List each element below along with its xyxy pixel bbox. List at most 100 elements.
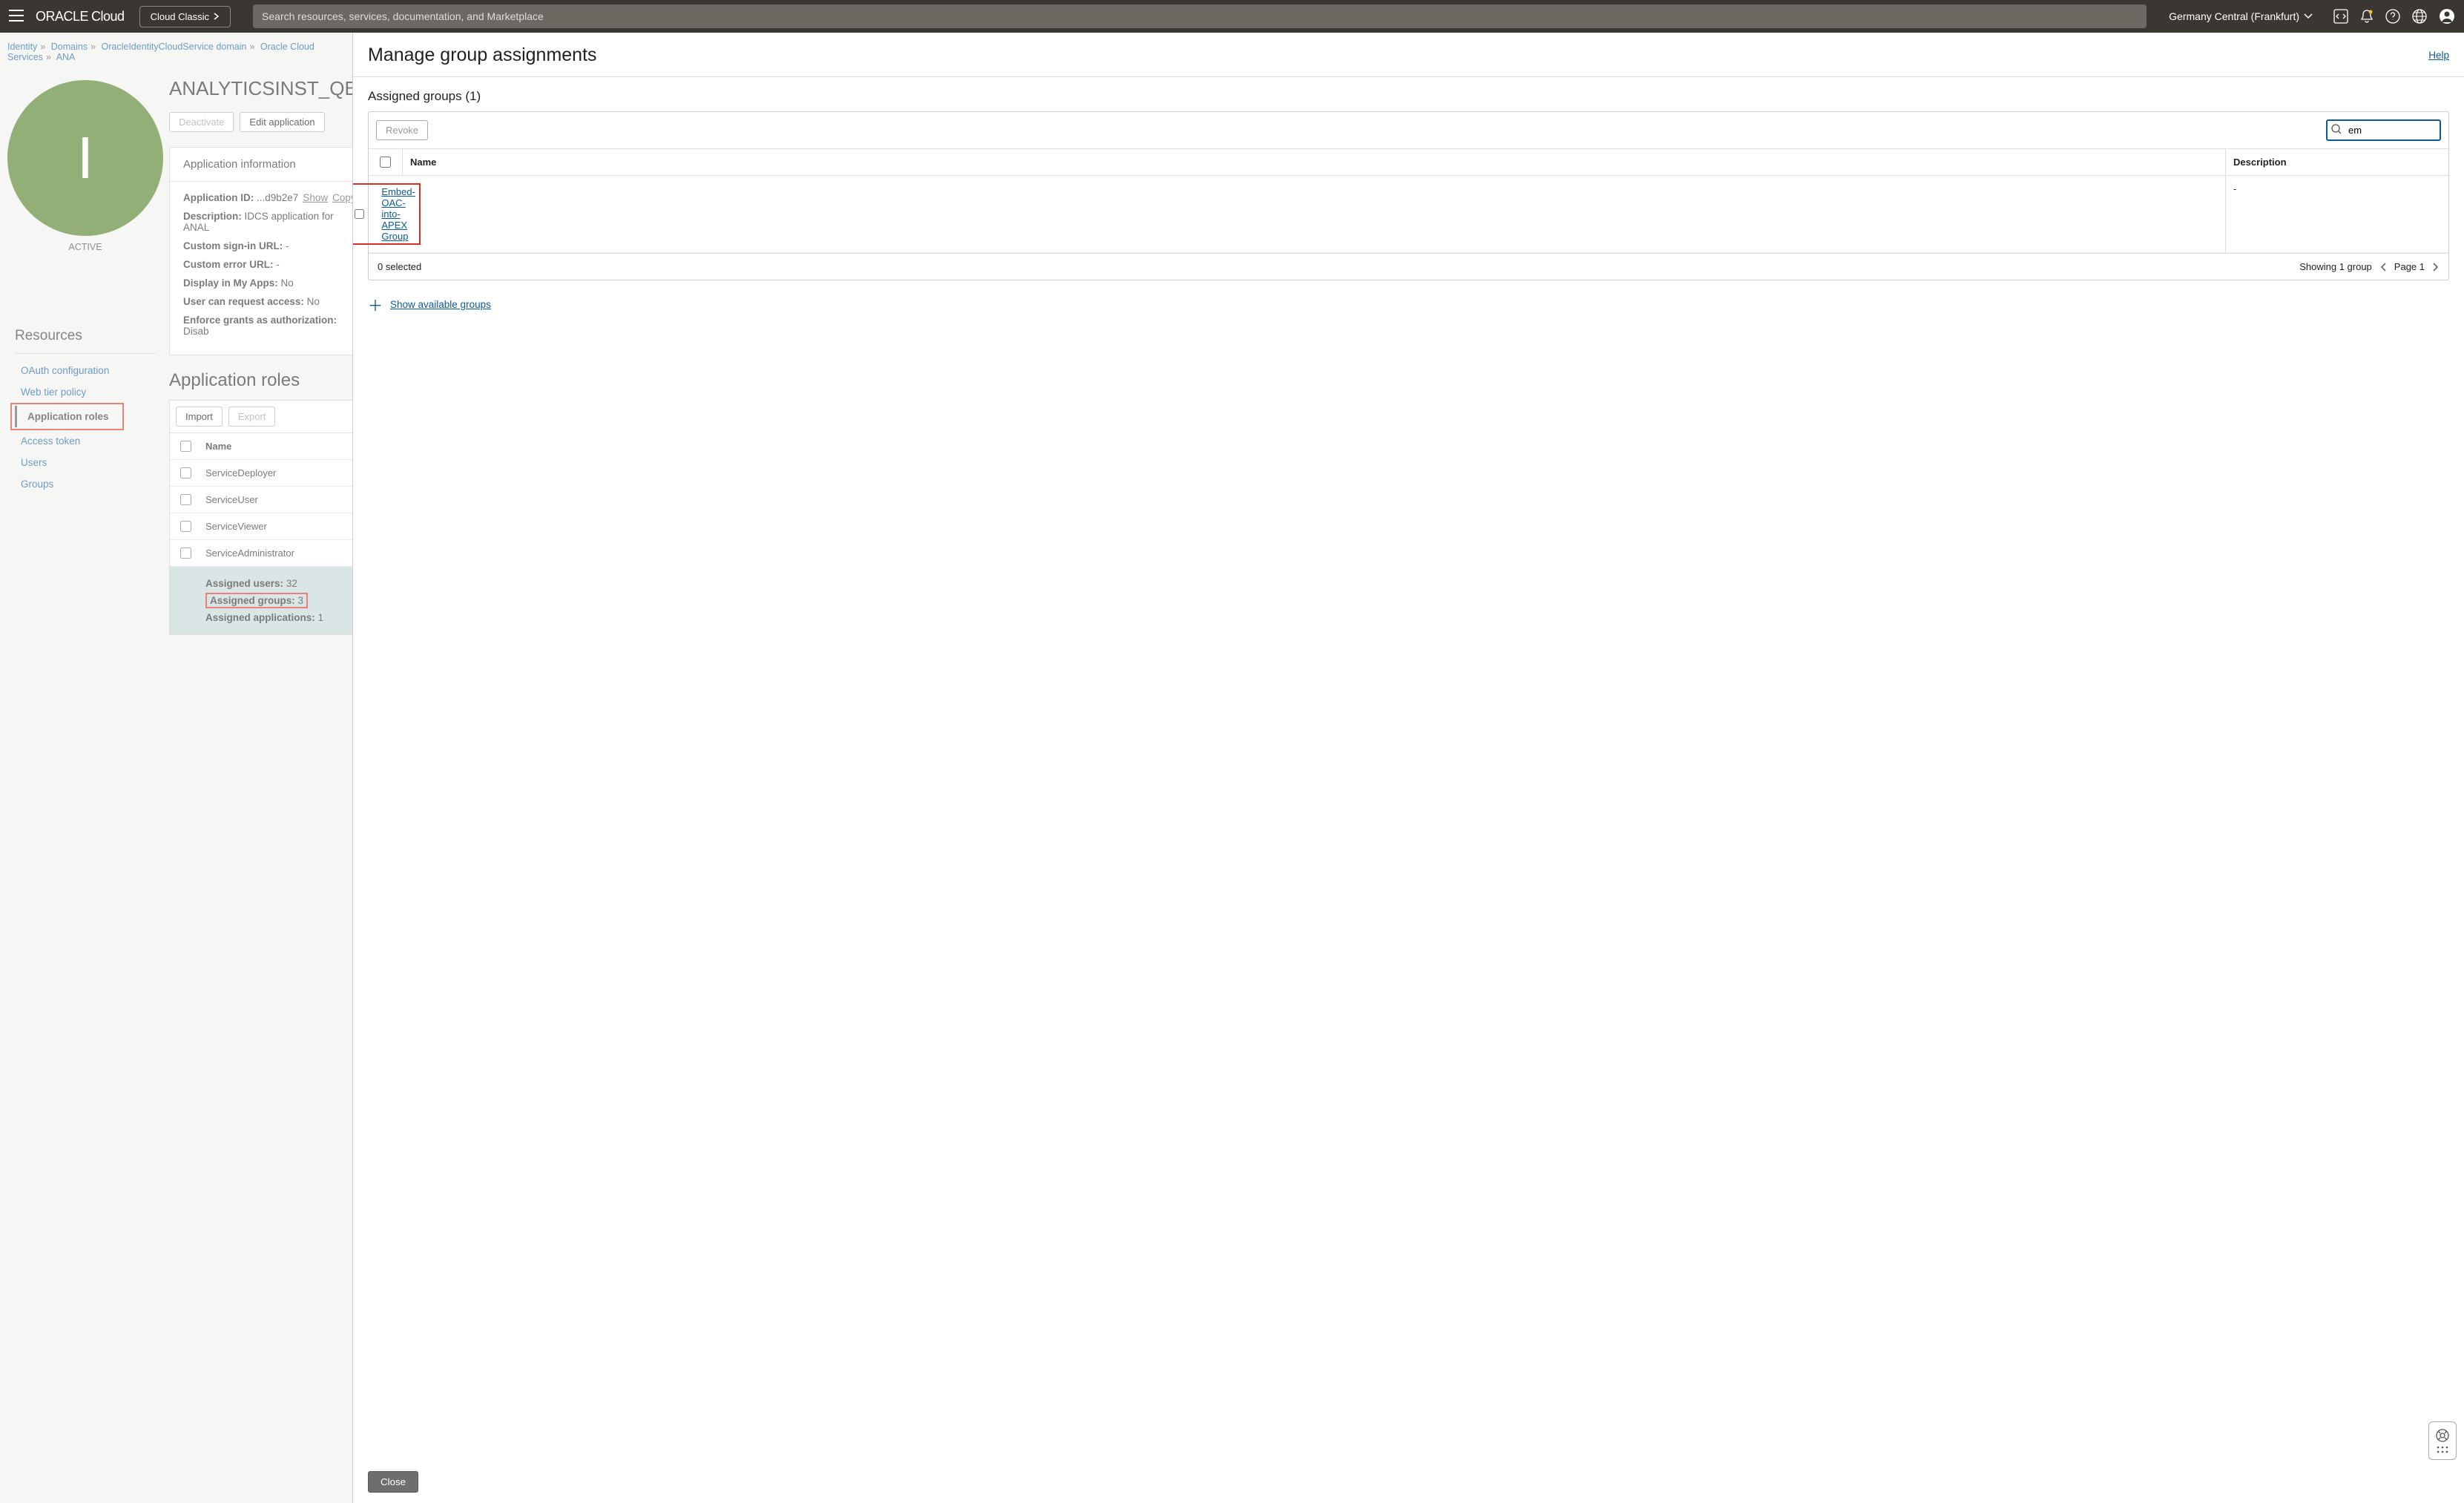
hamburger-menu-icon[interactable] [6, 7, 27, 27]
support-widget[interactable] [2428, 1421, 2457, 1460]
page-next-icon[interactable] [2432, 262, 2440, 272]
notifications-icon[interactable] [2360, 9, 2374, 24]
drawer-title: Manage group assignments [368, 45, 597, 66]
enforce-grants-label: Enforce grants as authorization: [183, 315, 337, 326]
assigned-groups-value: 3 [298, 595, 304, 606]
resources-list: OAuth configuration Web tier policy Appl… [7, 360, 163, 495]
row-checkbox[interactable] [180, 467, 191, 478]
error-url-value: - [276, 259, 280, 270]
deactivate-button[interactable]: Deactivate [169, 112, 234, 132]
request-access-label: User can request access: [183, 296, 304, 307]
role-name: ServiceViewer [201, 513, 369, 539]
name-column-header: Name [403, 149, 2226, 175]
table-row[interactable]: ServiceViewer [170, 513, 369, 540]
sidebar-item-groups[interactable]: Groups [10, 473, 163, 495]
import-button[interactable]: Import [176, 407, 223, 427]
description-label: Description: [183, 211, 242, 222]
show-available-groups-link[interactable]: Show available groups [390, 299, 491, 310]
role-name: ServiceDeployer [201, 460, 369, 486]
signin-url-label: Custom sign-in URL: [183, 240, 283, 251]
breadcrumb-domain[interactable]: OracleIdentityCloudService domain [102, 42, 247, 52]
sidebar-item-app-roles[interactable]: Application roles [15, 406, 119, 427]
description-column-header: Description [2226, 149, 2448, 175]
enforce-grants-value: Disab [183, 326, 209, 337]
show-link[interactable]: Show [303, 192, 328, 203]
assigned-groups-label: Assigned groups: [210, 595, 295, 606]
display-myapps-value: No [281, 277, 294, 289]
assigned-users-value: 32 [286, 578, 297, 589]
page-label: Page 1 [2394, 261, 2425, 272]
application-roles-heading: Application roles [169, 370, 370, 400]
table-row[interactable]: ServiceDeployer [170, 460, 369, 487]
header-icons [2333, 8, 2455, 24]
page-prev-icon[interactable] [2379, 262, 2387, 272]
logo-oracle: ORACLE [36, 9, 88, 24]
status-badge: ACTIVE [68, 242, 102, 252]
expanded-role-details: Assigned users: 32 Assigned groups: 3 As… [170, 567, 369, 634]
row-checkbox[interactable] [180, 547, 191, 559]
roles-name-header: Name [201, 433, 369, 459]
assigned-apps-label: Assigned applications: [205, 612, 315, 623]
sidebar-item-access-token[interactable]: Access token [10, 430, 163, 452]
cloud-classic-label: Cloud Classic [151, 11, 209, 22]
help-icon[interactable] [2385, 9, 2400, 24]
table-row[interactable]: ServiceAdministrator [170, 540, 369, 567]
pager: Showing 1 group Page 1 [2299, 261, 2440, 272]
lifebuoy-icon [2435, 1428, 2450, 1443]
breadcrumb-current[interactable]: ANA [56, 52, 76, 62]
groups-table-header: Name Description [369, 148, 2448, 176]
role-name: ServiceAdministrator [201, 540, 369, 566]
top-header: ORACLE Cloud Cloud Classic Germany Centr… [0, 0, 2464, 33]
global-search-input[interactable] [253, 4, 2147, 28]
plus-icon[interactable]: ＋ [368, 294, 383, 315]
chevron-right-icon [214, 13, 220, 20]
group-row-checkbox[interactable] [355, 208, 364, 220]
edit-application-button[interactable]: Edit application [240, 112, 324, 132]
region-selector[interactable]: Germany Central (Frankfurt) [2169, 10, 2313, 22]
group-search-input[interactable] [2326, 119, 2441, 141]
app-id-label: Application ID: [183, 192, 254, 203]
role-name: ServiceUser [201, 487, 369, 513]
grid-dots-icon [2437, 1446, 2448, 1453]
manage-groups-drawer: Manage group assignments Help Assigned g… [352, 33, 2464, 1503]
group-description: - [2226, 176, 2448, 252]
close-button[interactable]: Close [368, 1471, 418, 1493]
search-icon [2331, 124, 2342, 134]
assigned-groups-heading: Assigned groups (1) [353, 77, 2464, 111]
showing-count: Showing 1 group [2299, 261, 2372, 272]
breadcrumb: Identity» Domains» OracleIdentityCloudSe… [0, 33, 352, 68]
groups-select-all-checkbox[interactable] [380, 157, 391, 168]
oracle-cloud-logo: ORACLE Cloud [36, 9, 125, 24]
app-info-card: Application information Application ID: … [169, 147, 370, 355]
region-label: Germany Central (Frankfurt) [2169, 10, 2299, 22]
globe-icon[interactable] [2412, 9, 2427, 24]
resources-heading: Resources [7, 319, 163, 350]
dev-tools-icon[interactable] [2333, 9, 2348, 24]
cloud-classic-button[interactable]: Cloud Classic [139, 6, 231, 27]
request-access-value: No [307, 296, 320, 307]
breadcrumb-identity[interactable]: Identity [7, 42, 37, 52]
logo-cloud: Cloud [91, 9, 125, 24]
assigned-users-label: Assigned users: [205, 578, 283, 589]
profile-icon[interactable] [2439, 8, 2455, 24]
chevron-down-icon [2304, 13, 2313, 19]
app-avatar: I [7, 80, 163, 236]
sidebar-item-oauth[interactable]: OAuth configuration [10, 360, 163, 381]
help-link[interactable]: Help [2428, 50, 2449, 61]
avatar-letter: I [77, 124, 93, 192]
row-checkbox[interactable] [180, 494, 191, 505]
roles-select-all-checkbox[interactable] [180, 441, 191, 452]
breadcrumb-domains[interactable]: Domains [51, 42, 88, 52]
page-title: ANALYTICSINST_QBX [169, 77, 370, 100]
error-url-label: Custom error URL: [183, 259, 274, 270]
table-row[interactable]: ServiceUser [170, 487, 369, 513]
revoke-button[interactable]: Revoke [376, 120, 428, 140]
sidebar-item-users[interactable]: Users [10, 452, 163, 473]
sidebar-item-webtier[interactable]: Web tier policy [10, 381, 163, 403]
export-button[interactable]: Export [228, 407, 276, 427]
signin-url-value: - [286, 240, 289, 251]
assigned-groups-panel: Revoke Name Description Embed-OAC-into-A… [368, 111, 2449, 280]
global-search-wrapper [253, 4, 2147, 28]
display-myapps-label: Display in My Apps: [183, 277, 278, 289]
row-checkbox[interactable] [180, 521, 191, 532]
